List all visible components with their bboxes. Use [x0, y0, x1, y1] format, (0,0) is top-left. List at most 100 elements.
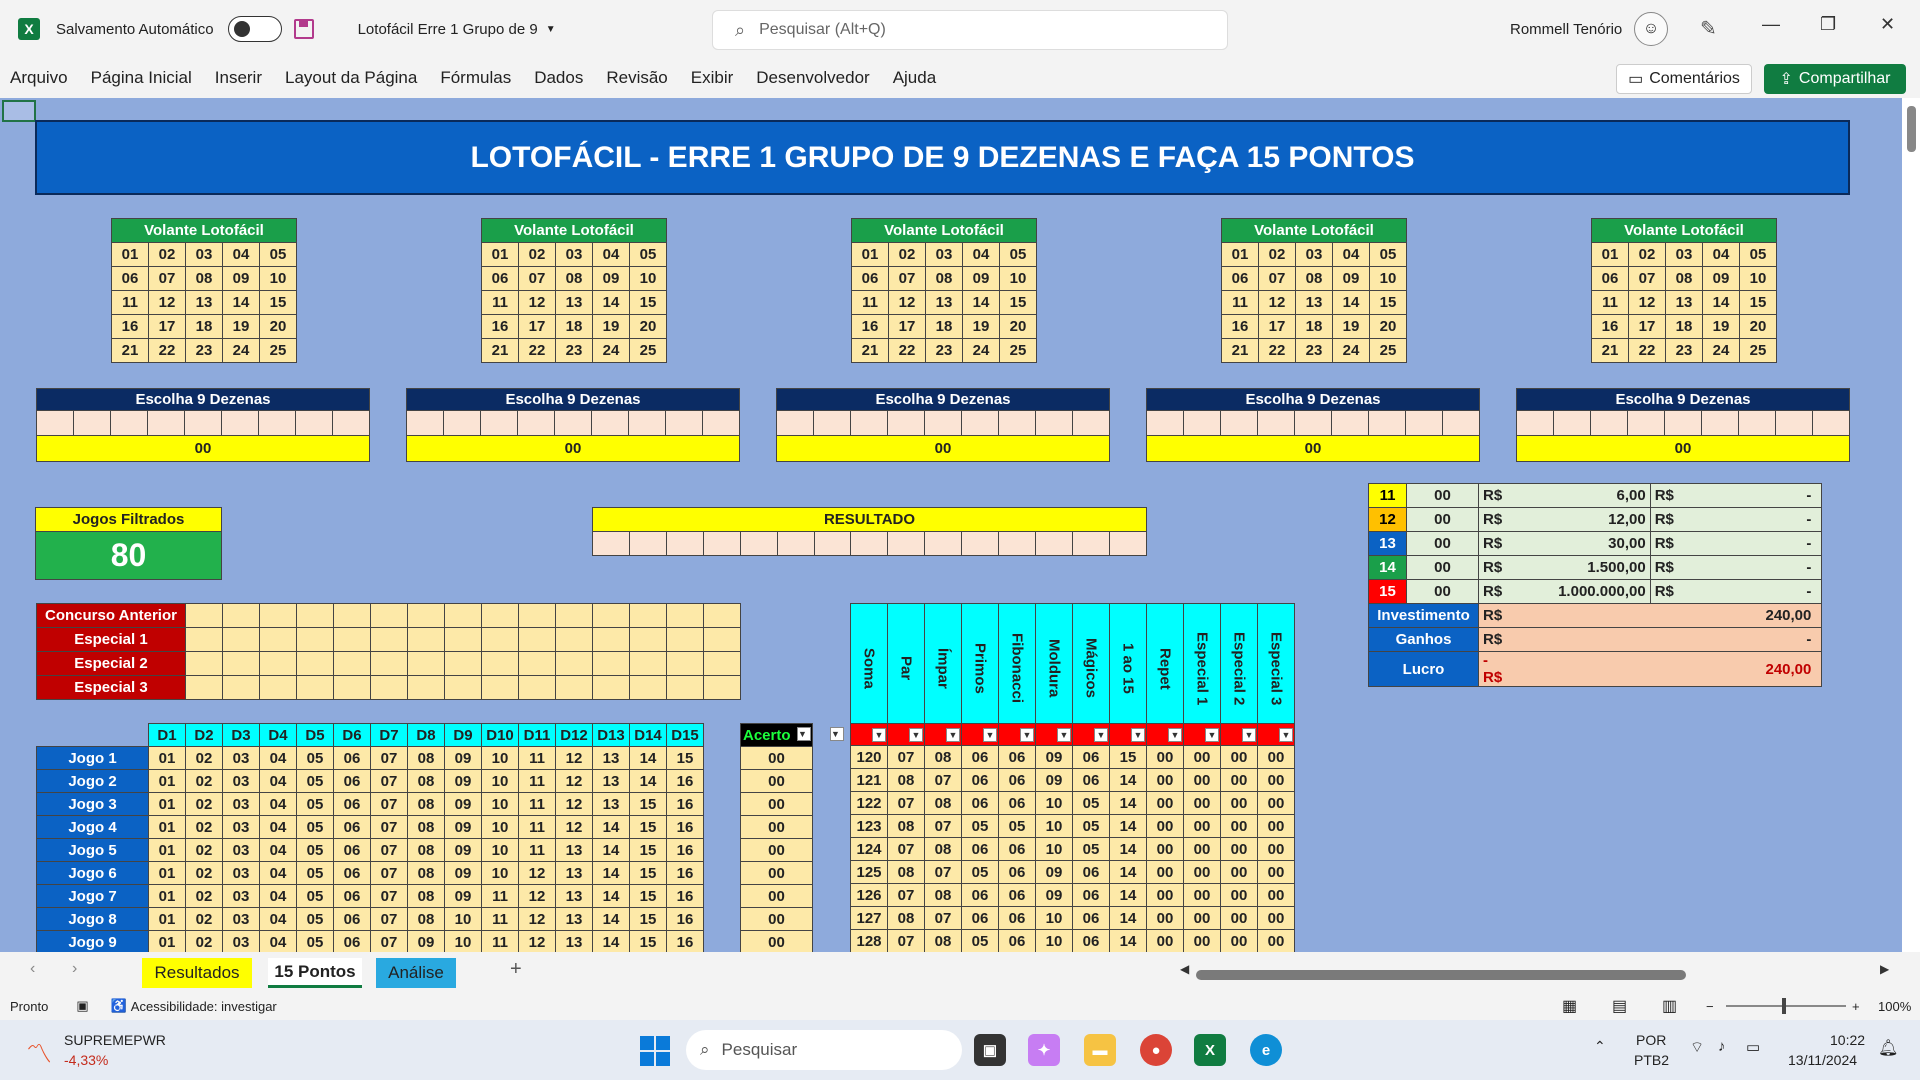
battery-icon[interactable]: ▭ [1746, 1038, 1760, 1056]
clock-time[interactable]: 10:22 [1830, 1032, 1865, 1048]
jogo-number[interactable]: 11 [518, 746, 556, 770]
volante-number[interactable]: 22 [148, 338, 186, 363]
volante-number[interactable]: 04 [1332, 242, 1370, 267]
especial-input-cell[interactable] [629, 651, 667, 676]
jogo-number[interactable]: 07 [370, 815, 408, 839]
especial-input-cell[interactable] [296, 651, 334, 676]
jogo-number[interactable]: 03 [222, 884, 260, 908]
jogo-number[interactable]: 01 [148, 884, 186, 908]
filter-dropdown-icon[interactable]: ▼ [909, 727, 923, 742]
copilot-icon[interactable]: ✦ [1028, 1034, 1060, 1066]
jogo-number[interactable]: 15 [629, 861, 667, 885]
volante-number[interactable]: 17 [518, 314, 556, 339]
menu-item-9[interactable]: Ajuda [893, 68, 936, 88]
jogo-number[interactable]: 05 [296, 884, 334, 908]
volante-number[interactable]: 18 [1665, 314, 1703, 339]
jogo-number[interactable]: 16 [666, 930, 704, 952]
escolha-input-cell[interactable] [1072, 410, 1110, 436]
volante-number[interactable]: 13 [1295, 290, 1333, 315]
chevron-up-icon[interactable]: ⌃ [1594, 1038, 1606, 1055]
volante-number[interactable]: 10 [999, 266, 1037, 291]
comments-button[interactable]: ▭ Comentários [1616, 64, 1752, 94]
filter-dropdown-icon[interactable]: ▼ [1020, 727, 1034, 742]
especial-input-cell[interactable] [185, 675, 223, 700]
jogo-number[interactable]: 05 [296, 746, 334, 770]
volante-number[interactable]: 20 [259, 314, 297, 339]
jogo-number[interactable]: 05 [296, 907, 334, 931]
volante-number[interactable]: 21 [851, 338, 889, 363]
especial-input-cell[interactable] [259, 651, 297, 676]
jogo-number[interactable]: 10 [444, 930, 482, 952]
volante-number[interactable]: 18 [925, 314, 963, 339]
escolha-input-cell[interactable] [1516, 410, 1554, 436]
especial-input-cell[interactable] [481, 675, 519, 700]
resultado-input-cell[interactable] [665, 531, 704, 556]
volante-number[interactable]: 09 [1332, 266, 1370, 291]
volante-number[interactable]: 14 [1702, 290, 1740, 315]
jogo-number[interactable]: 06 [333, 884, 371, 908]
save-icon[interactable] [293, 19, 314, 39]
volante-number[interactable]: 13 [555, 290, 593, 315]
escolha-input-cell[interactable] [887, 410, 925, 436]
volante-number[interactable]: 23 [1665, 338, 1703, 363]
keyboard-layout[interactable]: PTB2 [1634, 1052, 1669, 1068]
jogo-number[interactable]: 08 [407, 746, 445, 770]
escolha-input-cell[interactable] [1183, 410, 1221, 436]
stock-chart-icon[interactable]: 〽 [26, 1034, 52, 1071]
jogo-number[interactable]: 04 [259, 861, 297, 885]
stat-filter-cell[interactable]: ▼ [1257, 723, 1295, 746]
escolha-input-cell[interactable] [591, 410, 629, 436]
jogo-number[interactable]: 12 [518, 861, 556, 885]
jogo-number[interactable]: 10 [481, 815, 519, 839]
jogo-number[interactable]: 08 [407, 769, 445, 793]
escolha-input-cell[interactable] [813, 410, 851, 436]
jogo-number[interactable]: 10 [481, 769, 519, 793]
selected-cell[interactable] [2, 100, 36, 122]
menu-item-5[interactable]: Dados [534, 68, 583, 88]
jogo-number[interactable]: 14 [592, 815, 630, 839]
jogo-number[interactable]: 09 [444, 861, 482, 885]
volante-number[interactable]: 23 [555, 338, 593, 363]
resultado-input-cell[interactable] [776, 531, 815, 556]
resultado-input-cell[interactable] [1071, 531, 1110, 556]
stat-filter-cell[interactable]: ▼ [1072, 723, 1110, 746]
filter-dropdown-icon[interactable]: ▼ [1279, 727, 1293, 742]
jogo-number[interactable]: 07 [370, 746, 408, 770]
scroll-right-icon[interactable]: ▶ [1880, 962, 1889, 976]
jogo-number[interactable]: 02 [185, 838, 223, 862]
volante-number[interactable]: 14 [592, 290, 630, 315]
especial-input-cell[interactable] [333, 627, 371, 652]
escolha-input-cell[interactable] [702, 410, 740, 436]
volante-number[interactable]: 03 [185, 242, 223, 267]
page-layout-icon[interactable]: ▤ [1612, 996, 1627, 1016]
volante-number[interactable]: 18 [1295, 314, 1333, 339]
share-button[interactable]: ⇪ Compartilhar [1764, 64, 1906, 94]
escolha-input-cell[interactable] [1331, 410, 1369, 436]
volante-number[interactable]: 05 [1369, 242, 1407, 267]
especial-input-cell[interactable] [407, 627, 445, 652]
volante-number[interactable]: 18 [555, 314, 593, 339]
especial-input-cell[interactable] [370, 675, 408, 700]
restore-icon[interactable]: ❐ [1820, 14, 1836, 35]
jogo-number[interactable]: 08 [407, 815, 445, 839]
especial-input-cell[interactable] [296, 603, 334, 628]
especial-input-cell[interactable] [629, 675, 667, 700]
jogo-number[interactable]: 14 [592, 907, 630, 931]
volante-number[interactable]: 03 [555, 242, 593, 267]
escolha-input-cell[interactable] [628, 410, 666, 436]
jogo-number[interactable]: 01 [148, 815, 186, 839]
escolha-input-cell[interactable] [73, 410, 111, 436]
jogo-number[interactable]: 15 [629, 884, 667, 908]
menu-item-7[interactable]: Exibir [691, 68, 734, 88]
volante-number[interactable]: 16 [851, 314, 889, 339]
jogo-number[interactable]: 15 [629, 838, 667, 862]
volante-number[interactable]: 21 [1221, 338, 1259, 363]
resultado-input-cell[interactable] [628, 531, 667, 556]
volante-number[interactable]: 21 [481, 338, 519, 363]
volante-number[interactable]: 06 [111, 266, 149, 291]
especial-input-cell[interactable] [370, 603, 408, 628]
resultado-input-cell[interactable] [961, 531, 1000, 556]
volante-number[interactable]: 08 [185, 266, 223, 291]
jogo-number[interactable]: 08 [407, 792, 445, 816]
jogo-number[interactable]: 08 [407, 907, 445, 931]
